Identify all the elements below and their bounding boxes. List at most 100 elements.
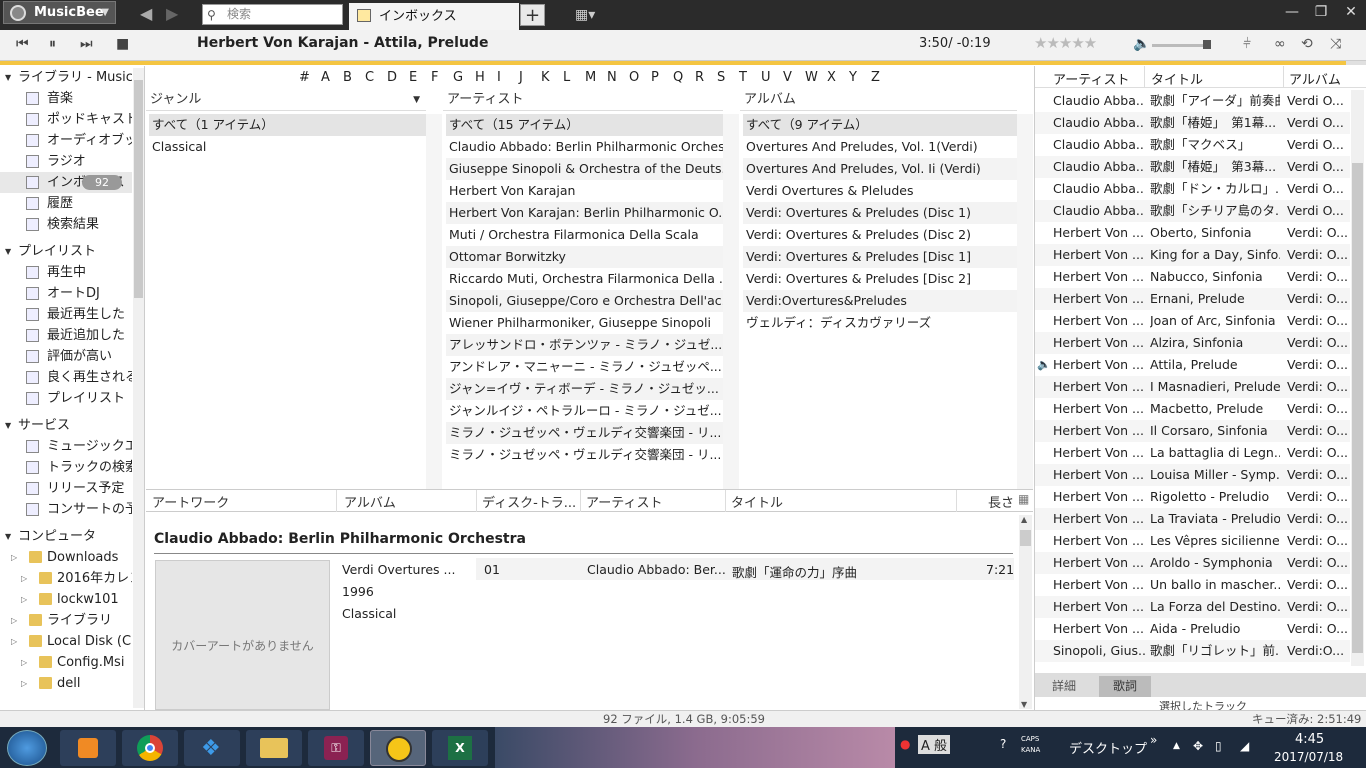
rating-stars[interactable]: ★★★★★: [1034, 34, 1097, 52]
alpha-letter-X[interactable]: X: [827, 70, 836, 85]
alpha-letter-J[interactable]: J: [519, 70, 523, 85]
dropbox-taskbar-icon[interactable]: ❖: [184, 730, 240, 766]
tree-item-folder[interactable]: ▷ Local Disk (C:): [0, 631, 132, 652]
sidebar-item-playlist-6[interactable]: プレイリスト: [0, 388, 132, 409]
artist-list-item-row[interactable]: Sinopoli, Giuseppe/Coro e Orchestra Dell…: [446, 290, 723, 312]
artist-list-item-row[interactable]: ジャンルイジ・ペトラルーロ - ミラノ・ジュゼ...: [446, 400, 723, 422]
genre-column-header[interactable]: ジャンル ▼: [146, 89, 426, 111]
queue-row[interactable]: Herbert Von ... Aroldo - Symphonia Verdi: …: [1035, 552, 1350, 574]
queue-column-album[interactable]: アルバム: [1289, 69, 1341, 88]
media-player-taskbar-icon[interactable]: [60, 730, 116, 766]
queue-column-artist[interactable]: アーティスト: [1053, 69, 1129, 88]
queue-row[interactable]: Herbert Von ... Louisa Miller - Symp... Ve…: [1035, 464, 1350, 486]
sidebar-scroll-thumb[interactable]: [134, 80, 143, 298]
queue-scroll-thumb[interactable]: [1352, 163, 1363, 653]
tree-item-folder[interactable]: ▷ 2016年カレンダー: [0, 568, 132, 589]
sidebar-item-library-3[interactable]: ラジオ: [0, 151, 132, 172]
alpha-letter-N[interactable]: N: [607, 70, 617, 85]
artist-list-item-row[interactable]: Ottomar Borwitzky: [446, 246, 723, 268]
album-list-item-row[interactable]: すべて（9 アイテム）: [743, 114, 1017, 136]
tree-item-folder[interactable]: ▷ lockw101: [0, 589, 132, 610]
search-input[interactable]: ⚲ 検索: [202, 4, 343, 25]
artist-scrollbar[interactable]: [723, 114, 739, 489]
next-track-icon[interactable]: ⏭: [80, 36, 93, 52]
volume-icon[interactable]: 🔈: [1133, 36, 1150, 52]
queue-row[interactable]: Herbert Von ... La battaglia di Legn... Ve…: [1035, 442, 1350, 464]
sidebar-item-playlist-5[interactable]: 良く再生される: [0, 367, 132, 388]
album-list-item-row[interactable]: Verdi Overtures & Pleludes: [743, 180, 1017, 202]
artist-list-item-row[interactable]: ミラノ・ジュゼッペ・ヴェルディ交響楽団 - リ...: [446, 444, 723, 466]
tab-lyrics[interactable]: 歌詞: [1099, 676, 1152, 697]
sidebar-service-header[interactable]: ▼ サービス: [0, 415, 132, 436]
forward-arrow-icon[interactable]: ▶: [166, 4, 178, 23]
sidebar-item-playlist-3[interactable]: 最近追加した: [0, 325, 132, 346]
album-list-item-row[interactable]: Verdi:Overtures&Preludes: [743, 290, 1017, 312]
queue-column-title[interactable]: タイトル: [1151, 69, 1203, 88]
genre-list-item-row[interactable]: Classical: [149, 136, 426, 158]
tree-item-folder[interactable]: ▷ Downloads: [0, 547, 132, 568]
musicbee-taskbar-icon[interactable]: [370, 730, 426, 766]
queue-row[interactable]: Herbert Von ... La Forza del Destino... Ve…: [1035, 596, 1350, 618]
alpha-letter-G[interactable]: G: [453, 70, 463, 85]
tree-item-folder[interactable]: ▷ dell: [0, 673, 132, 694]
sidebar-item-service-3[interactable]: コンサートの予定: [0, 499, 132, 520]
sidebar-item-library-1[interactable]: ポッドキャスト: [0, 109, 132, 130]
queue-row[interactable]: Herbert Von ... Macbetto, Prelude Verdi: O…: [1035, 398, 1350, 420]
queue-row[interactable]: Claudio Abba... 歌劇「椿姫」 第3幕... Verdi O...: [1035, 156, 1350, 178]
artist-list-item-row[interactable]: アンドレア・マニャーニ - ミラノ・ジュゼッペ...: [446, 356, 723, 378]
tree-expand-icon[interactable]: ▷: [21, 652, 27, 673]
sidebar-item-library-0[interactable]: 音楽: [0, 88, 132, 109]
repeat-icon[interactable]: ⟲: [1301, 36, 1313, 52]
alpha-letter-P[interactable]: P: [651, 70, 659, 85]
alpha-letter-V[interactable]: V: [783, 70, 792, 85]
queue-row[interactable]: Herbert Von ... Les Vêpres sicilienne... V…: [1035, 530, 1350, 552]
album-list-item-row[interactable]: Verdi: Overtures & Preludes (Disc 1): [743, 202, 1017, 224]
queue-row[interactable]: Herbert Von ... Aida - Preludio Verdi: O..…: [1035, 618, 1350, 640]
album-list-item-row[interactable]: Verdi: Overtures & Preludes (Disc 2): [743, 224, 1017, 246]
minimize-icon[interactable]: —: [1277, 4, 1307, 20]
alpha-letter-L[interactable]: L: [563, 70, 570, 85]
alpha-letter-D[interactable]: D: [387, 70, 397, 85]
queue-row[interactable]: Herbert Von ... Oberto, Sinfonia Verdi: O.…: [1035, 222, 1350, 244]
tab-inbox[interactable]: インボックス: [349, 3, 519, 30]
queue-row[interactable]: Claudio Abba... 歌劇「シチリア島のタ... Verdi O...: [1035, 200, 1350, 222]
tracklist-scrollbar[interactable]: ▲ ▼: [1019, 515, 1032, 709]
signal-icon[interactable]: ◢: [1240, 739, 1249, 753]
alpha-letter-K[interactable]: K: [541, 70, 550, 85]
artist-list-item-row[interactable]: Herbert Von Karajan: [446, 180, 723, 202]
column-artist[interactable]: アーティスト: [586, 492, 662, 511]
notification-icon[interactable]: ●: [900, 737, 910, 751]
sidebar-item-library-5[interactable]: 履歴: [0, 193, 132, 214]
tree-item-folder[interactable]: ▷ Config.Msi: [0, 652, 132, 673]
alpha-letter-Z[interactable]: Z: [871, 70, 880, 85]
queue-row[interactable]: 🔈 Herbert Von ... Attila, Prelude Verdi: O.…: [1035, 354, 1350, 376]
artist-list-item-row[interactable]: Giuseppe Sinopoli & Orchestra of the Deu…: [446, 158, 723, 180]
alpha-letter-R[interactable]: R: [695, 70, 704, 85]
desktop-toolbar-label[interactable]: デスクトップ: [1069, 738, 1147, 757]
file-explorer-taskbar-icon[interactable]: [246, 730, 302, 766]
tree-expand-icon[interactable]: ▷: [11, 631, 17, 652]
close-icon[interactable]: ✕: [1336, 4, 1366, 20]
alpha-letter-H[interactable]: H: [475, 70, 485, 85]
ime-indicator[interactable]: A 般: [918, 735, 951, 754]
queue-row[interactable]: Herbert Von ... Nabucco, Sinfonia Verdi: O…: [1035, 266, 1350, 288]
album-list-item-row[interactable]: Overtures And Preludes, Vol. 1(Verdi): [743, 136, 1017, 158]
alpha-letter-M[interactable]: M: [585, 70, 596, 85]
tab-details[interactable]: 詳細: [1038, 676, 1090, 697]
sidebar-library-header[interactable]: ▼ ライブラリ - MusicBee: [0, 67, 132, 88]
alpha-letter-I[interactable]: I: [497, 70, 501, 85]
tree-expand-icon[interactable]: ▷: [11, 547, 17, 568]
alpha-letter-B[interactable]: B: [343, 70, 352, 85]
tree-item-folder[interactable]: ▷ ライブラリ: [0, 610, 132, 631]
column-length[interactable]: 長さ: [988, 492, 1014, 511]
queue-row[interactable]: Herbert Von ... Joan of Arc, Sinfonia Verd…: [1035, 310, 1350, 332]
album-list-item-row[interactable]: ヴェルディ：ディスカヴァリーズ: [743, 312, 1017, 334]
alpha-letter-F[interactable]: F: [431, 70, 438, 85]
queue-row[interactable]: Claudio Abba... 歌劇「マクベス」 Verdi O...: [1035, 134, 1350, 156]
sidebar-item-playlist-2[interactable]: 最近再生した: [0, 304, 132, 325]
previous-track-icon[interactable]: ⏮: [16, 36, 29, 52]
triangle-down-icon[interactable]: ▼: [5, 526, 11, 547]
sidebar-item-library-4[interactable]: インボックス92: [0, 172, 132, 193]
artist-list-item-row[interactable]: Herbert Von Karajan: Berlin Philharmonic…: [446, 202, 723, 224]
sidebar-item-playlist-1[interactable]: オートDJ: [0, 283, 132, 304]
